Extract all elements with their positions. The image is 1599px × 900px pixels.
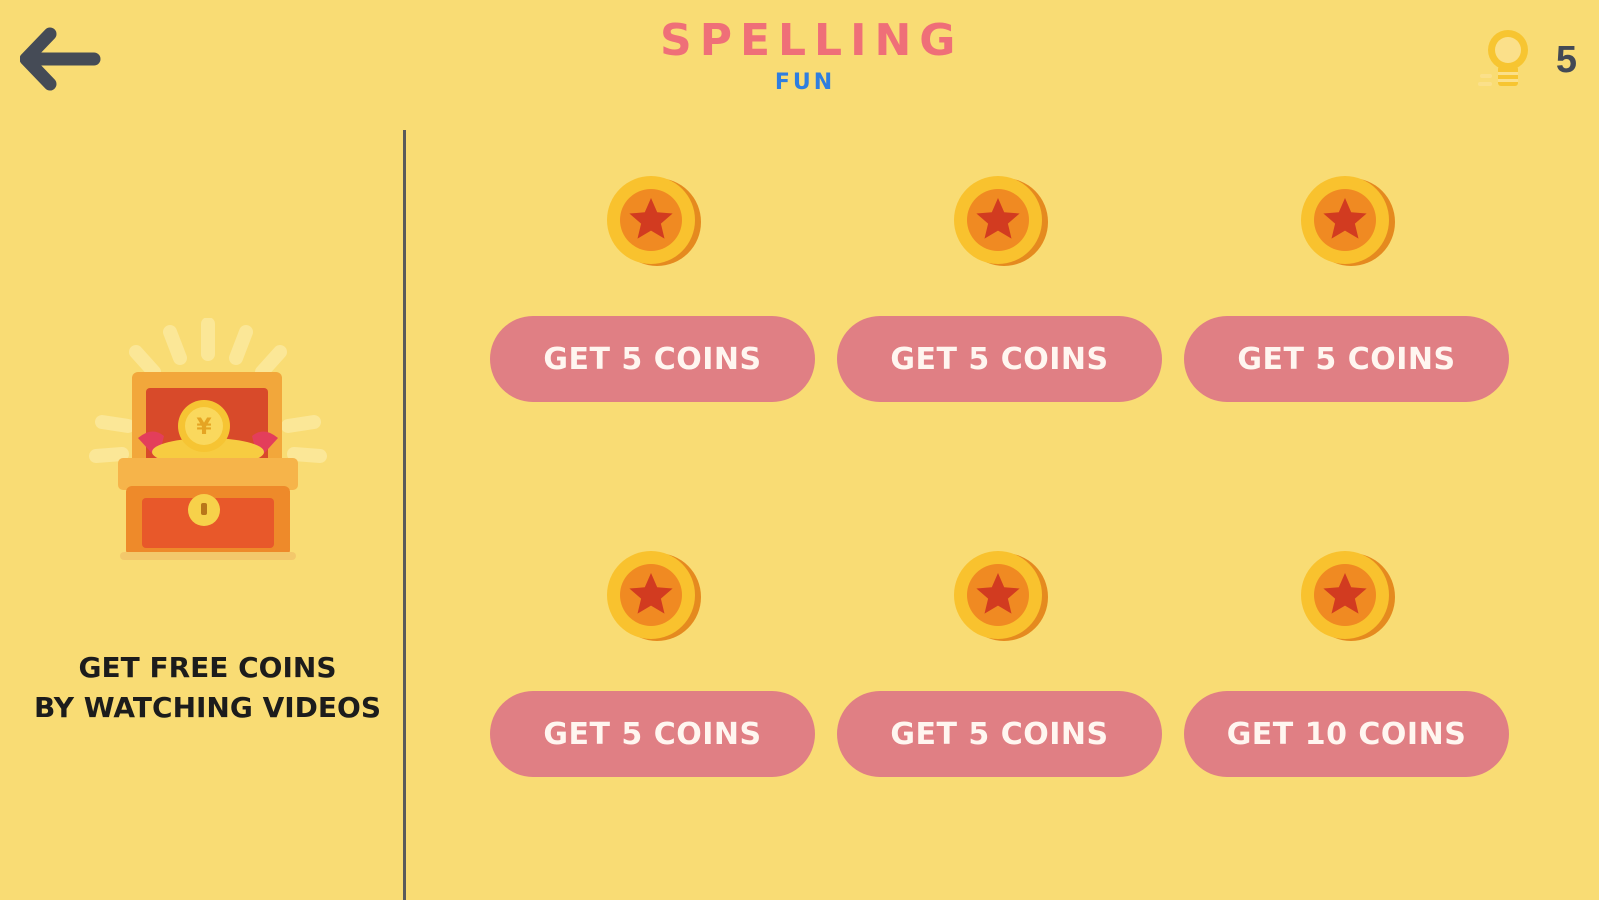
get-coins-button[interactable]: GET 5 COINS (837, 691, 1162, 777)
coin-offer-3: GET 5 COINS (1184, 172, 1509, 402)
arrow-left-icon (19, 27, 101, 91)
coin-offers-grid: GET 5 COINS GET 5 COINS GET 5 COINS GET … (490, 172, 1510, 777)
light-bulb-icon (1477, 30, 1528, 86)
star-coin-icon (953, 551, 1048, 641)
treasure-chest-icon: ¥ (89, 318, 327, 560)
get-coins-button[interactable]: GET 5 COINS (1184, 316, 1509, 402)
promo-line-1: GET FREE COINS (78, 651, 337, 684)
promo-line-2: BY WATCHING VIDEOS (33, 691, 382, 724)
free-coins-promo: GET FREE COINS BY WATCHING VIDEOS (10, 648, 405, 728)
panel-divider (403, 130, 406, 900)
get-coins-button[interactable]: GET 5 COINS (837, 316, 1162, 402)
star-coin-icon (606, 551, 701, 641)
get-coins-button[interactable]: GET 10 COINS (1184, 691, 1509, 777)
coin-balance: 5 (1476, 22, 1577, 98)
app-logo: SPELLING FUN (660, 14, 964, 96)
star-coin-icon (1300, 176, 1395, 266)
logo-title: SPELLING (660, 15, 964, 66)
coin-offer-2: GET 5 COINS (837, 172, 1162, 402)
coin-offer-4: GET 5 COINS (490, 547, 815, 777)
get-coins-button[interactable]: GET 5 COINS (490, 316, 815, 402)
back-button[interactable] (19, 26, 104, 92)
coin-offer-1: GET 5 COINS (490, 172, 815, 402)
balance-count: 5 (1555, 38, 1577, 81)
app-root: SPELLING FUN 5 ¥ GET FREE COINS BY WATCH… (0, 0, 1599, 900)
get-coins-button[interactable]: GET 5 COINS (490, 691, 815, 777)
star-coin-icon (953, 176, 1048, 266)
svg-text:¥: ¥ (196, 415, 212, 440)
logo-subtitle: FUN (774, 70, 836, 95)
coin-offer-6: GET 10 COINS (1184, 547, 1509, 777)
star-coin-icon (606, 176, 701, 266)
star-coin-icon (1300, 551, 1395, 641)
coin-offer-5: GET 5 COINS (837, 547, 1162, 777)
